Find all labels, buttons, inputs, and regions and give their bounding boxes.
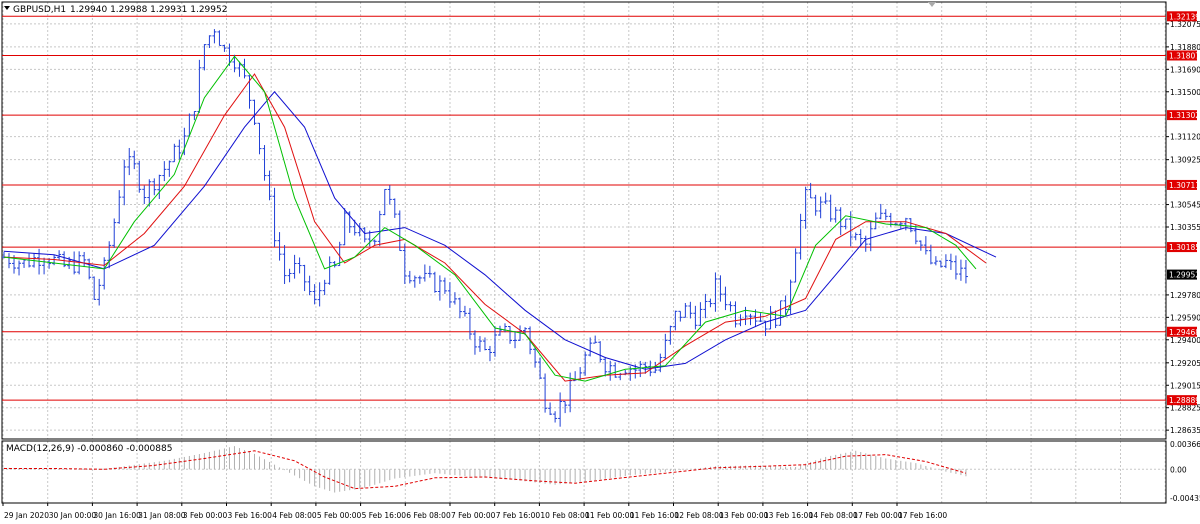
y-tick-label: 1.29205: [1170, 359, 1200, 368]
y-tick-label: 1.31500: [1170, 88, 1200, 97]
macd-tick-label: -0.004358: [1170, 494, 1200, 503]
level-tag-label: 1.31302: [1169, 111, 1200, 120]
x-tick-label: 29 Jan 2020: [4, 511, 49, 520]
trading-chart-window[interactable]: 1.320751.318801.316901.315001.311201.309…: [0, 0, 1200, 524]
x-tick-label: 7 Feb 16:00: [496, 511, 541, 520]
x-tick-label: 6 Feb 08:00: [406, 511, 451, 520]
level-tag-label: 1.30185: [1169, 243, 1200, 252]
macd-tick-label: 0.003662: [1170, 440, 1200, 449]
level-tag-label: 1.28889: [1169, 396, 1200, 405]
chart-background: [0, 0, 1200, 524]
macd-label: MACD(12,26,9) -0.000860 -0.000885: [6, 444, 172, 454]
y-tick-label: 1.29400: [1170, 336, 1200, 345]
macd-tick-label: 0.00: [1170, 465, 1187, 474]
y-tick-label: 1.30545: [1170, 201, 1200, 210]
ohlc-label: 1.29940 1.29988 1.29931 1.29952: [70, 5, 227, 15]
y-tick-label: 1.29015: [1170, 381, 1200, 390]
x-tick-label: 30 Jan 16:00: [93, 511, 141, 520]
symbol-label: GBPUSD,H1: [13, 5, 66, 15]
x-tick-label: 4 Feb 08:00: [272, 511, 317, 520]
x-tick-label: 31 Jan 08:00: [138, 511, 186, 520]
x-tick-label: 17 Feb 16:00: [898, 511, 947, 520]
x-tick-label: 30 Jan 00:00: [49, 511, 97, 520]
x-tick-label: 3 Feb 16:00: [228, 511, 273, 520]
x-tick-label: 10 Feb 08:00: [540, 511, 589, 520]
current-price-label: 1.29952: [1169, 271, 1200, 280]
x-tick-label: 14 Feb 08:00: [809, 511, 858, 520]
x-tick-label: 5 Feb 16:00: [362, 511, 407, 520]
x-tick-label: 5 Feb 00:00: [317, 511, 362, 520]
x-tick-label: 3 Feb 00:00: [183, 511, 228, 520]
x-tick-label: 12 Feb 08:00: [675, 511, 724, 520]
level-tag-label: 1.29468: [1169, 328, 1200, 337]
y-tick-label: 1.29590: [1170, 313, 1200, 322]
level-tag-label: 1.32139: [1169, 12, 1200, 21]
level-tag-label: 1.31807: [1169, 52, 1200, 61]
y-tick-label: 1.31690: [1170, 65, 1200, 74]
x-tick-label: 17 Feb 00:00: [853, 511, 902, 520]
y-tick-label: 1.30925: [1170, 156, 1200, 165]
y-tick-label: 1.30355: [1170, 223, 1200, 232]
y-tick-label: 1.29780: [1170, 291, 1200, 300]
x-tick-label: 7 Feb 00:00: [451, 511, 496, 520]
y-tick-label: 1.31120: [1170, 133, 1200, 142]
chart-header: GBPUSD,H1 1.29940 1.29988 1.29931 1.2995…: [4, 5, 227, 15]
x-tick-label: 13 Feb 16:00: [764, 511, 813, 520]
level-tag-label: 1.30711: [1169, 181, 1200, 190]
x-tick-label: 11 Feb 00:00: [585, 511, 634, 520]
y-tick-label: 1.28635: [1170, 426, 1200, 435]
x-tick-label: 13 Feb 00:00: [719, 511, 768, 520]
x-tick-label: 11 Feb 16:00: [630, 511, 679, 520]
